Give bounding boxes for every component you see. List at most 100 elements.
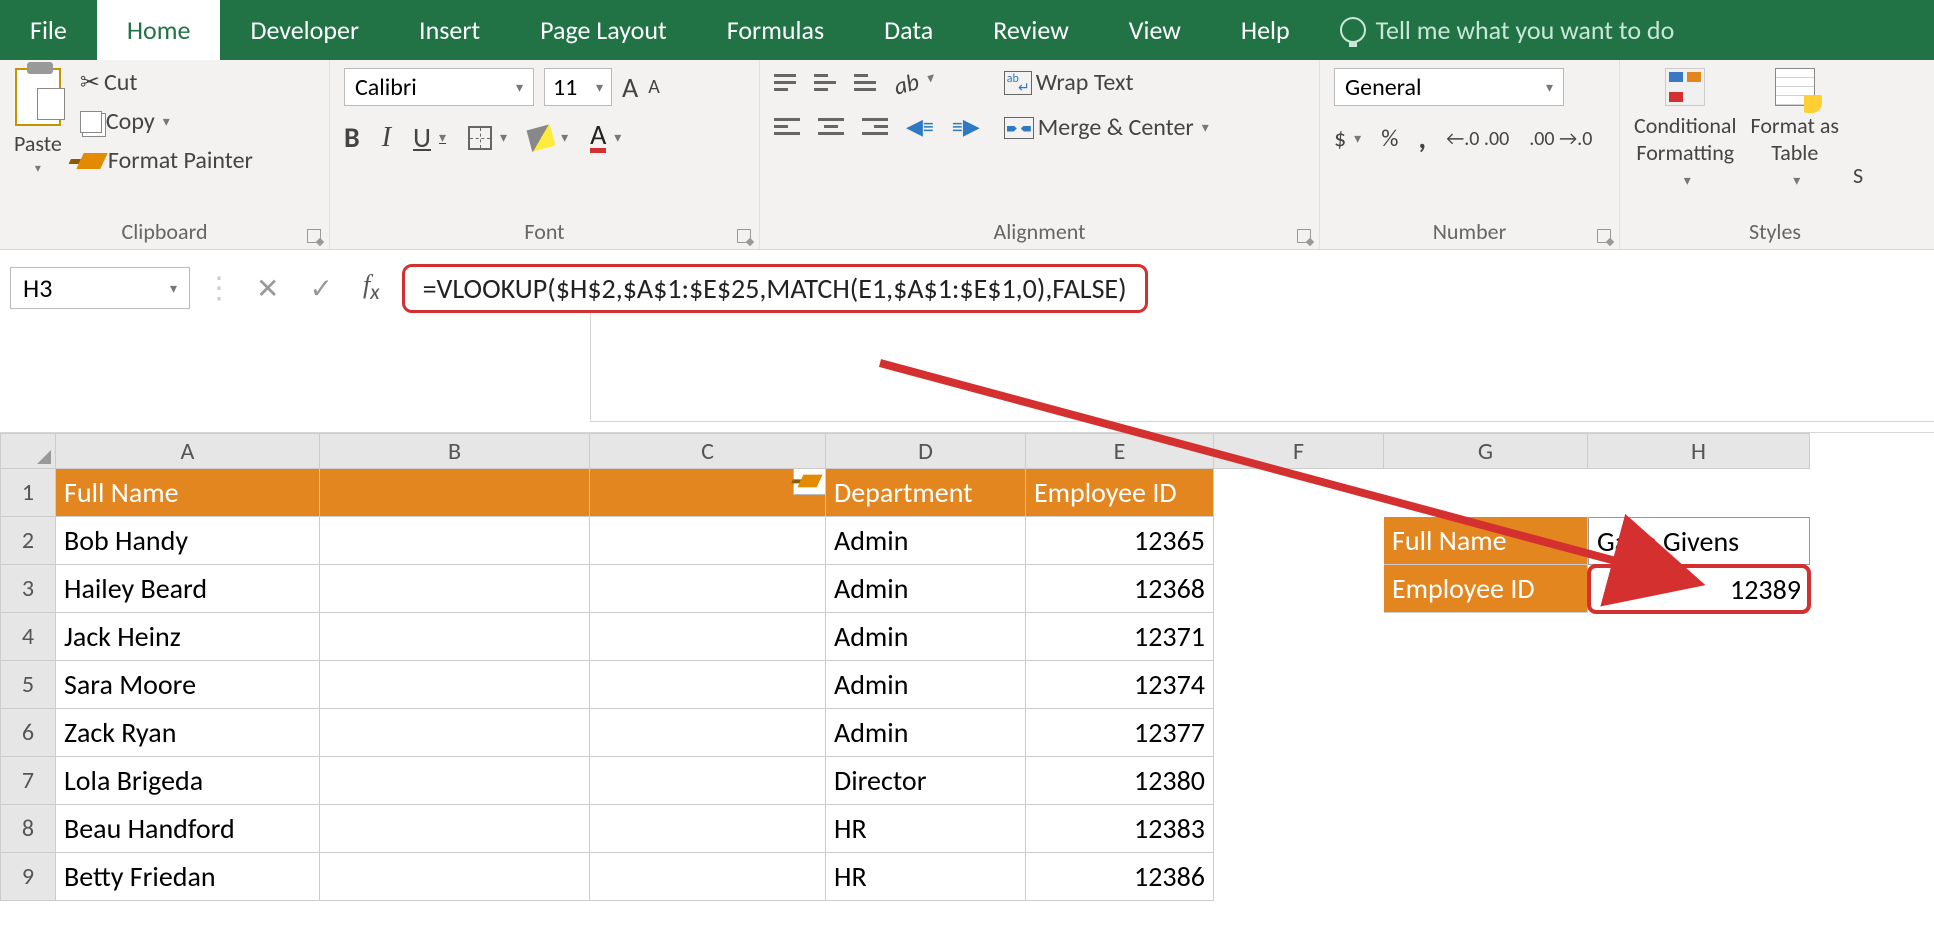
cell-G4[interactable]	[1384, 613, 1588, 661]
underline-button[interactable]: U	[413, 120, 446, 155]
tab-file[interactable]: File	[0, 0, 97, 60]
cell-H6[interactable]	[1588, 709, 1810, 757]
orientation-button[interactable]: ab	[891, 63, 937, 101]
format-painter-flyout[interactable]	[793, 469, 826, 495]
cell-D9[interactable]: HR	[826, 853, 1026, 901]
align-right-button[interactable]	[862, 118, 888, 135]
tab-home[interactable]: Home	[97, 0, 221, 60]
cell-F4[interactable]	[1214, 613, 1384, 661]
formula-bar-expanded[interactable]	[590, 312, 1934, 422]
clipboard-dialog-launcher[interactable]	[307, 229, 321, 243]
borders-button[interactable]	[468, 126, 507, 150]
row-header-7[interactable]: 7	[0, 757, 56, 805]
cell-A1[interactable]: Full Name	[56, 469, 320, 517]
cell-G8[interactable]	[1384, 805, 1588, 853]
cell-E8[interactable]: 12383	[1026, 805, 1214, 853]
tab-help[interactable]: Help	[1211, 0, 1320, 60]
name-box[interactable]: H3▾	[10, 267, 190, 309]
cell-A8[interactable]: Beau Handford	[56, 805, 320, 853]
tell-me-search[interactable]: Tell me what you want to do	[1320, 0, 1675, 60]
cell-D6[interactable]: Admin	[826, 709, 1026, 757]
cell-A5[interactable]: Sara Moore	[56, 661, 320, 709]
cell-D5[interactable]: Admin	[826, 661, 1026, 709]
tab-formulas[interactable]: Formulas	[697, 0, 854, 60]
col-header-F[interactable]: F	[1214, 433, 1384, 469]
cell-H3[interactable]: 12389	[1588, 565, 1810, 613]
cell-A9[interactable]: Betty Friedan	[56, 853, 320, 901]
increase-font-button[interactable]: A	[622, 70, 638, 105]
tab-page-layout[interactable]: Page Layout	[510, 0, 697, 60]
format-as-table-button[interactable]: Format as Table	[1751, 68, 1839, 189]
cell-D7[interactable]: Director	[826, 757, 1026, 805]
cell-E3[interactable]: 12368	[1026, 565, 1214, 613]
align-top-button[interactable]	[774, 74, 796, 91]
cell-A2[interactable]: Bob Handy	[56, 517, 320, 565]
font-color-button[interactable]: A	[590, 122, 621, 152]
decrease-font-button[interactable]: A	[648, 75, 660, 99]
align-bottom-button[interactable]	[854, 74, 876, 91]
tab-data[interactable]: Data	[854, 0, 963, 60]
col-header-A[interactable]: A	[56, 433, 320, 469]
row-header-3[interactable]: 3	[0, 565, 56, 613]
cell-H9[interactable]	[1588, 853, 1810, 901]
cell-E9[interactable]: 12386	[1026, 853, 1214, 901]
percent-format-button[interactable]: %	[1381, 124, 1398, 153]
cell-F6[interactable]	[1214, 709, 1384, 757]
cell-F5[interactable]	[1214, 661, 1384, 709]
comma-format-button[interactable]: ,	[1418, 120, 1426, 157]
row-header-2[interactable]: 2	[0, 517, 56, 565]
row-header-1[interactable]: 1	[0, 469, 56, 517]
bold-button[interactable]: B	[344, 120, 360, 155]
cell-E4[interactable]: 12371	[1026, 613, 1214, 661]
cell-F1[interactable]	[1214, 469, 1384, 517]
cell-G9[interactable]	[1384, 853, 1588, 901]
italic-button[interactable]: I	[382, 122, 391, 154]
cell-C5[interactable]	[590, 661, 826, 709]
cell-D4[interactable]: Admin	[826, 613, 1026, 661]
cell-G3[interactable]: Employee ID	[1384, 565, 1588, 613]
cell-H5[interactable]	[1588, 661, 1810, 709]
align-center-button[interactable]	[818, 118, 844, 135]
cell-F2[interactable]	[1214, 517, 1384, 565]
cell-C1[interactable]	[590, 469, 826, 517]
increase-indent-button[interactable]: ≡▶	[952, 113, 980, 140]
cell-H1[interactable]	[1588, 469, 1810, 517]
merge-center-button[interactable]: Merge & Center	[1004, 113, 1209, 142]
cell-H8[interactable]	[1588, 805, 1810, 853]
cell-E7[interactable]: 12380	[1026, 757, 1214, 805]
wrap-text-button[interactable]: Wrap Text	[1004, 68, 1209, 97]
cell-G6[interactable]	[1384, 709, 1588, 757]
cell-C8[interactable]	[590, 805, 826, 853]
paste-button[interactable]: Paste ▾	[14, 68, 62, 176]
align-left-button[interactable]	[774, 118, 800, 135]
cell-B5[interactable]	[320, 661, 590, 709]
tab-review[interactable]: Review	[963, 0, 1099, 60]
enter-formula-button[interactable]: ✓	[301, 271, 340, 306]
cell-D2[interactable]: Admin	[826, 517, 1026, 565]
cell-H7[interactable]	[1588, 757, 1810, 805]
number-format-select[interactable]: General▾	[1334, 68, 1564, 106]
row-header-6[interactable]: 6	[0, 709, 56, 757]
formula-input[interactable]: =VLOOKUP($H$2,$A$1:$E$25,MATCH(E1,$A$1:$…	[402, 264, 1148, 313]
cell-A7[interactable]: Lola Brigeda	[56, 757, 320, 805]
cell-D8[interactable]: HR	[826, 805, 1026, 853]
cell-B6[interactable]	[320, 709, 590, 757]
col-header-H[interactable]: H	[1588, 433, 1810, 469]
cell-C9[interactable]	[590, 853, 826, 901]
col-header-E[interactable]: E	[1026, 433, 1214, 469]
cell-B2[interactable]	[320, 517, 590, 565]
accounting-format-button[interactable]: $	[1334, 124, 1361, 153]
row-header-5[interactable]: 5	[0, 661, 56, 709]
copy-button[interactable]: Copy	[80, 107, 253, 136]
cell-C3[interactable]	[590, 565, 826, 613]
decrease-indent-button[interactable]: ◀≡	[906, 113, 934, 140]
tab-developer[interactable]: Developer	[220, 0, 389, 60]
cell-F9[interactable]	[1214, 853, 1384, 901]
cell-G7[interactable]	[1384, 757, 1588, 805]
cell-F7[interactable]	[1214, 757, 1384, 805]
cell-G5[interactable]	[1384, 661, 1588, 709]
cell-E1[interactable]: Employee ID	[1026, 469, 1214, 517]
alignment-dialog-launcher[interactable]	[1297, 229, 1311, 243]
cell-A6[interactable]: Zack Ryan	[56, 709, 320, 757]
row-header-8[interactable]: 8	[0, 805, 56, 853]
